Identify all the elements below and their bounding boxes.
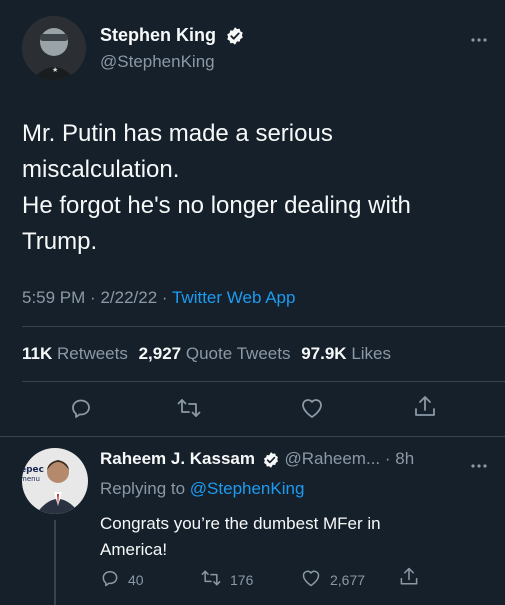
- replying-to: Replying to @StephenKing: [100, 479, 304, 499]
- quotes-stat[interactable]: 2,927 Quote Tweets: [139, 344, 296, 363]
- retweet-icon[interactable]: [176, 396, 202, 420]
- tweet-text-line: He forgot he's no longer dealing with: [22, 192, 411, 219]
- tweet-text-line: Trump.: [22, 228, 98, 255]
- divider: [0, 436, 505, 437]
- replying-to-label: Replying to: [100, 479, 186, 498]
- likes-stat[interactable]: 97.9K Likes: [301, 344, 391, 363]
- tweet-text-line: miscalculation.: [22, 156, 180, 183]
- divider: [22, 381, 505, 382]
- tweet-text-line: Mr. Putin has made a serious: [22, 120, 333, 147]
- replying-to-handle[interactable]: @StephenKing: [190, 479, 305, 498]
- reply-action-like[interactable]: 2,677: [300, 568, 365, 591]
- more-options-icon[interactable]: [470, 30, 488, 48]
- reply-action-retweet[interactable]: 176: [200, 568, 253, 591]
- reply-thread-line: [54, 520, 56, 605]
- reply-share-icon[interactable]: [398, 566, 420, 593]
- svg-text:★: ★: [52, 66, 58, 74]
- reply-text-line: Congrats you’re the dumbest MFer in: [100, 514, 381, 533]
- like-heart-icon[interactable]: [299, 396, 325, 420]
- svg-text:menu: menu: [22, 475, 40, 483]
- like-count: 2,677: [330, 571, 366, 588]
- likes-count: 97.9K: [301, 344, 347, 363]
- reply-icon[interactable]: [69, 396, 93, 420]
- verified-badge-icon: [262, 451, 280, 469]
- reply-icon: [100, 568, 120, 591]
- share-icon[interactable]: [412, 394, 438, 420]
- reply-action-reply[interactable]: 40: [100, 568, 144, 591]
- author-name[interactable]: Stephen King: [100, 25, 216, 45]
- reply-author-avatar[interactable]: epec menu: [22, 448, 88, 514]
- like-heart-icon: [300, 568, 322, 591]
- svg-text:epec: epec: [22, 465, 44, 475]
- retweet-count: 176: [230, 571, 254, 588]
- tweet-text: Mr. Putin has made a serious miscalculat…: [22, 116, 492, 260]
- quotes-label: Quote Tweets: [185, 344, 291, 363]
- likes-label: Likes: [351, 344, 391, 363]
- tweet-date[interactable]: 2/22/22: [100, 288, 157, 307]
- retweets-label: Retweets: [56, 344, 128, 363]
- author-handle[interactable]: @StephenKing: [100, 52, 215, 72]
- retweet-icon: [200, 568, 222, 591]
- tweet-stats: 11K Retweets 2,927 Quote Tweets 97.9K Li…: [22, 344, 391, 364]
- divider: [22, 326, 505, 327]
- reply-more-options-icon[interactable]: [470, 456, 488, 474]
- tweet-timestamp: 5:59 PM · 2/22/22 · Twitter Web App: [22, 288, 296, 307]
- tweet-source[interactable]: Twitter Web App: [172, 288, 295, 307]
- reply-author-handle[interactable]: @Raheem...: [284, 449, 380, 468]
- reply-text-line: America!: [100, 540, 168, 559]
- verified-badge-icon: [225, 26, 245, 46]
- reply-text: Congrats you’re the dumbest MFer in Amer…: [100, 511, 490, 563]
- quotes-count: 2,927: [138, 344, 182, 363]
- retweets-count: 11K: [22, 344, 53, 363]
- author-avatar[interactable]: ★: [22, 16, 86, 80]
- tweet-time[interactable]: 5:59 PM: [22, 288, 85, 307]
- reply-age[interactable]: 8h: [395, 449, 414, 468]
- reply-author-name[interactable]: Raheem J. Kassam: [100, 449, 255, 468]
- retweets-stat[interactable]: 11K Retweets: [22, 344, 133, 363]
- reply-count: 40: [128, 571, 144, 588]
